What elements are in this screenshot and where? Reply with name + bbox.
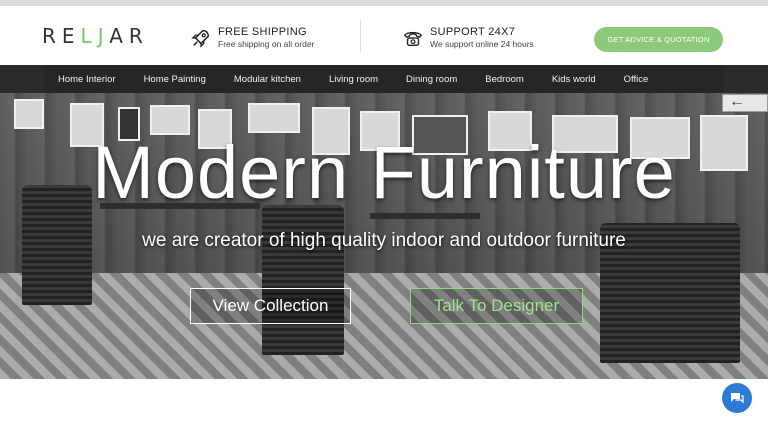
hero-title: Modern Furniture [92, 131, 676, 214]
nav-item-living-room[interactable]: Living room [329, 74, 378, 85]
site-header: RELJAR FREE SHIPPING Free shipping on al… [0, 6, 768, 65]
feature-title: SUPPORT 24X7 [430, 26, 516, 38]
nav-item-home-interior[interactable]: Home Interior [58, 74, 116, 85]
nav-item-bedroom[interactable]: Bedroom [485, 74, 524, 85]
talk-to-designer-button[interactable]: Talk To Designer [410, 288, 583, 324]
view-collection-button[interactable]: View Collection [190, 288, 351, 324]
feature-subtitle: Free shipping on all order [218, 39, 315, 49]
chair-silhouette [262, 205, 344, 355]
nav-item-dining-room[interactable]: Dining room [406, 74, 457, 85]
slider-prev-arrow[interactable]: ← [722, 93, 768, 112]
arrow-left-icon: ← [729, 93, 745, 110]
get-advice-button[interactable]: GET ADVICE & QUOTATION [594, 27, 723, 52]
rocket-icon [191, 29, 210, 48]
main-nav: Home Interior Home Painting Modular kitc… [44, 65, 724, 93]
chat-icon [731, 393, 744, 404]
nav-item-modular-kitchen[interactable]: Modular kitchen [234, 74, 301, 85]
free-shipping-feature: FREE SHIPPING Free shipping on all order [190, 26, 314, 49]
nav-item-office[interactable]: Office [624, 74, 649, 85]
phone-icon [403, 31, 423, 46]
wall-poster [14, 99, 44, 129]
support-feature: SUPPORT 24X7 We support online 24 hours [402, 26, 534, 49]
chat-widget-button[interactable] [722, 383, 752, 413]
nav-item-kids-world[interactable]: Kids world [552, 74, 596, 85]
feature-title: FREE SHIPPING [218, 26, 307, 38]
feature-subtitle: We support online 24 hours [430, 39, 534, 49]
site-logo[interactable]: RELJAR [42, 24, 149, 48]
nav-item-home-painting[interactable]: Home Painting [144, 74, 206, 85]
header-divider [360, 20, 361, 52]
hero-subtitle: we are creator of high quality indoor an… [142, 230, 626, 251]
wall-poster [248, 103, 300, 133]
